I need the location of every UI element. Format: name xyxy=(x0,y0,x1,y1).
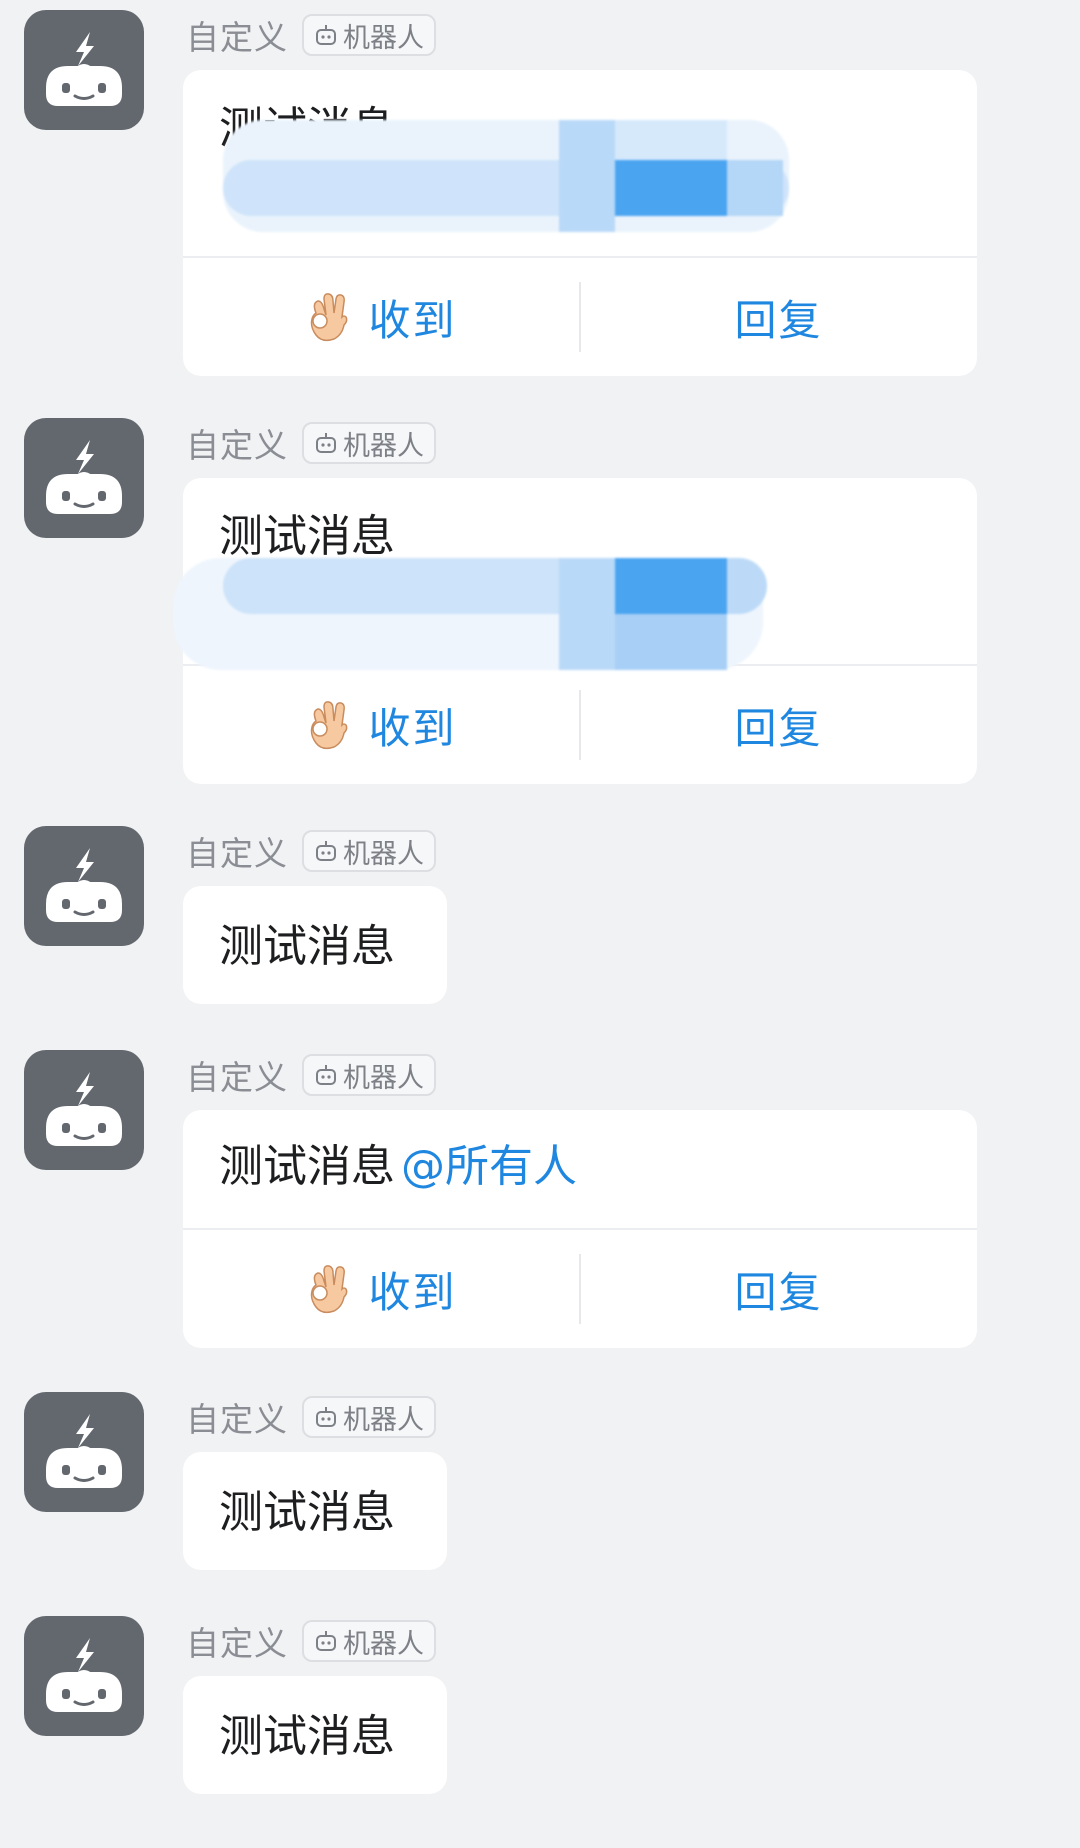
message-meta: 自定义 机器人 xyxy=(186,1618,436,1664)
bot-tag-label: 机器人 xyxy=(343,1404,424,1436)
bot-tag-label: 机器人 xyxy=(343,1628,424,1660)
ok-hand-icon xyxy=(306,1263,352,1315)
card-body: 测试消息 xyxy=(183,70,977,258)
sender-name: 自定义 xyxy=(186,426,288,465)
robot-icon xyxy=(24,10,144,130)
robot-icon xyxy=(313,430,339,456)
sender-name: 自定义 xyxy=(186,1624,288,1663)
message-text: 测试消息 xyxy=(219,921,395,972)
ack-label: 收到 xyxy=(368,1267,457,1317)
reply-label: 回复 xyxy=(734,703,823,753)
bot-avatar[interactable] xyxy=(24,418,144,538)
bot-tag: 机器人 xyxy=(302,422,436,464)
ack-button[interactable]: 收到 xyxy=(183,258,580,376)
ok-hand-icon xyxy=(306,291,352,343)
robot-icon xyxy=(313,22,339,48)
message-item: 自定义 机器人 测试消息 xyxy=(0,1382,1080,1582)
action-divider xyxy=(579,690,581,760)
message-item: 自定义 机器人 测试消息 @所有人 收到 回复 xyxy=(0,1040,1080,1360)
message-text: 测试消息 xyxy=(219,1487,395,1538)
redacted-content xyxy=(223,120,789,232)
robot-icon xyxy=(313,1628,339,1654)
ack-button[interactable]: 收到 xyxy=(183,666,580,784)
message-card: 测试消息 @所有人 收到 回复 xyxy=(183,1110,977,1348)
bot-tag: 机器人 xyxy=(302,1396,436,1438)
robot-icon xyxy=(313,1062,339,1088)
ok-hand-icon xyxy=(306,699,352,751)
message-item: 自定义 机器人 测试消息 xyxy=(0,816,1080,1016)
sender-name: 自定义 xyxy=(186,18,288,57)
bot-avatar[interactable] xyxy=(24,10,144,130)
bot-tag-label: 机器人 xyxy=(343,430,424,462)
bot-tag-label: 机器人 xyxy=(343,1062,424,1094)
card-actions: 收到 回复 xyxy=(183,258,977,376)
bot-avatar[interactable] xyxy=(24,826,144,946)
robot-icon xyxy=(24,1392,144,1512)
ack-label: 收到 xyxy=(368,295,457,345)
bot-tag-label: 机器人 xyxy=(343,838,424,870)
message-text-body: 测试消息 xyxy=(219,1141,395,1192)
card-actions: 收到 回复 xyxy=(183,1230,977,1348)
robot-icon xyxy=(24,418,144,538)
ack-label: 收到 xyxy=(368,703,457,753)
bot-tag: 机器人 xyxy=(302,1054,436,1096)
bot-avatar[interactable] xyxy=(24,1050,144,1170)
action-divider xyxy=(579,282,581,352)
message-card: 测试消息 收到 回复 xyxy=(173,478,977,784)
redacted-content xyxy=(173,558,789,670)
message-text: 测试消息 @所有人 xyxy=(219,1142,577,1192)
robot-icon xyxy=(24,826,144,946)
robot-icon xyxy=(24,1616,144,1736)
bot-tag: 机器人 xyxy=(302,830,436,872)
reply-button[interactable]: 回复 xyxy=(580,1230,977,1348)
action-divider xyxy=(579,1254,581,1324)
card-body: 测试消息 xyxy=(173,478,977,670)
robot-icon xyxy=(313,838,339,864)
bot-avatar[interactable] xyxy=(24,1392,144,1512)
message-meta: 自定义 机器人 xyxy=(186,12,436,58)
bot-tag-label: 机器人 xyxy=(343,22,424,54)
message-item: 自定义 机器人 测试消息 收到 回复 xyxy=(0,408,1080,788)
sender-name: 自定义 xyxy=(186,834,288,873)
bot-avatar[interactable] xyxy=(24,1616,144,1736)
bot-tag: 机器人 xyxy=(302,14,436,56)
message-meta: 自定义 机器人 xyxy=(186,420,436,466)
message-item: 自定义 机器人 测试消息 收到 回复 xyxy=(0,0,1080,380)
message-bubble: 测试消息 xyxy=(183,1452,447,1570)
message-item: 自定义 机器人 测试消息 xyxy=(0,1606,1080,1806)
robot-icon xyxy=(313,1404,339,1430)
card-actions: 收到 回复 xyxy=(183,666,977,784)
card-body: 测试消息 @所有人 xyxy=(183,1110,977,1230)
message-bubble: 测试消息 xyxy=(183,1676,447,1794)
robot-icon xyxy=(24,1050,144,1170)
reply-button[interactable]: 回复 xyxy=(580,666,977,784)
reply-label: 回复 xyxy=(734,295,823,345)
reply-button[interactable]: 回复 xyxy=(580,258,977,376)
message-meta: 自定义 机器人 xyxy=(186,828,436,874)
message-card: 测试消息 收到 回复 xyxy=(183,70,977,376)
ack-button[interactable]: 收到 xyxy=(183,1230,580,1348)
message-meta: 自定义 机器人 xyxy=(186,1052,436,1098)
message-text: 测试消息 xyxy=(219,1711,395,1762)
message-text: 测试消息 xyxy=(219,511,395,562)
mention-all[interactable]: @所有人 xyxy=(401,1141,577,1192)
bot-tag: 机器人 xyxy=(302,1620,436,1662)
reply-label: 回复 xyxy=(734,1267,823,1317)
sender-name: 自定义 xyxy=(186,1058,288,1097)
message-bubble: 测试消息 xyxy=(183,886,447,1004)
message-meta: 自定义 机器人 xyxy=(186,1394,436,1440)
sender-name: 自定义 xyxy=(186,1400,288,1439)
